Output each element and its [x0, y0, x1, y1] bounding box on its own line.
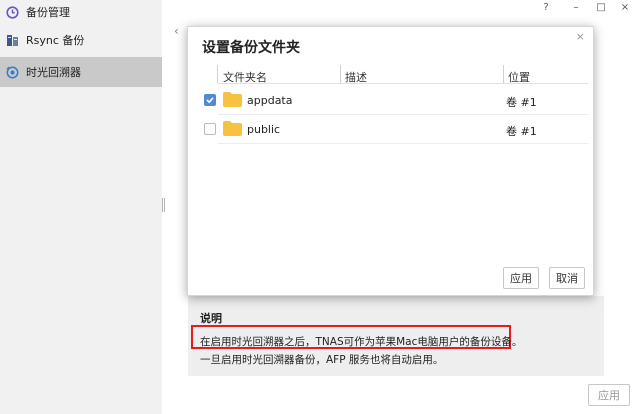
time-machine-icon	[6, 66, 19, 79]
server-icon	[6, 34, 19, 47]
dialog-title: 设置备份文件夹	[202, 40, 300, 56]
maximize-icon[interactable]: □	[594, 0, 608, 14]
back-chevron-icon[interactable]: ‹	[174, 24, 179, 38]
checkmark-icon	[206, 97, 214, 104]
header-divider	[218, 83, 588, 84]
folder-location: 卷 #1	[506, 96, 537, 109]
column-separator	[340, 65, 341, 83]
folder-icon	[223, 121, 242, 136]
explanation-panel: 说明 在启用时光回溯器之后，TNAS可作为苹果Mac电脑用户的备份设备。 一旦启…	[188, 296, 604, 376]
panel-splitter[interactable]	[162, 198, 165, 212]
sidebar-item-label: Rsync 备份	[26, 34, 85, 47]
explanation-text-afp: 一旦启用时光回溯器备份，AFP 服务也将自动启用。	[200, 354, 444, 366]
sidebar: 备份管理 Rsync 备份 时光回溯器	[0, 0, 162, 414]
help-icon[interactable]: ?	[539, 0, 553, 14]
folder-name: appdata	[247, 94, 293, 107]
minimize-icon[interactable]: –	[569, 0, 583, 14]
sidebar-item-backup-management[interactable]: 备份管理	[0, 0, 162, 24]
backup-folder-dialog: 设置备份文件夹 × 文件夹名 描述 位置 appdata 卷 #1 public…	[187, 26, 594, 296]
sidebar-item-label: 备份管理	[26, 6, 70, 19]
clock-icon	[6, 5, 19, 19]
sidebar-item-label: 时光回溯器	[26, 66, 81, 79]
column-separator	[503, 65, 504, 83]
folder-icon	[223, 92, 242, 107]
table-row[interactable]: public 卷 #1	[188, 115, 593, 144]
row-checkbox[interactable]	[204, 123, 216, 135]
column-separator	[217, 65, 218, 83]
folder-name: public	[247, 123, 281, 136]
explanation-text: 在启用时光回溯器之后，TNAS可作为苹果Mac电脑用户的备份设备。	[200, 336, 523, 348]
close-icon[interactable]: ×	[618, 0, 632, 14]
table-row[interactable]: appdata 卷 #1	[188, 86, 593, 115]
folder-location: 卷 #1	[506, 125, 537, 138]
row-checkbox[interactable]	[204, 94, 216, 106]
sidebar-item-time-machine[interactable]: 时光回溯器	[0, 57, 162, 87]
apply-button[interactable]: 应用	[588, 384, 630, 406]
sidebar-item-rsync[interactable]: Rsync 备份	[0, 25, 162, 55]
dialog-apply-button[interactable]: 应用	[503, 267, 539, 289]
explanation-title: 说明	[200, 312, 222, 325]
dialog-cancel-button[interactable]: 取消	[549, 267, 585, 289]
dialog-close-icon[interactable]: ×	[576, 30, 585, 43]
